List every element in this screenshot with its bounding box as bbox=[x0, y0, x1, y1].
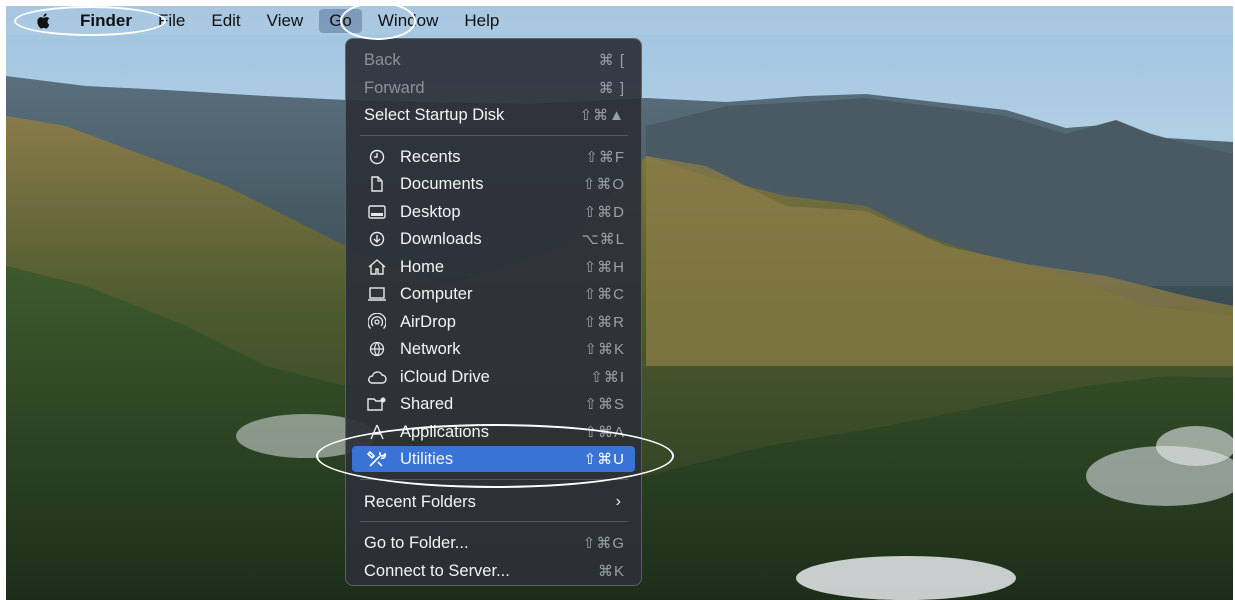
menu-item-network[interactable]: Network ⇧⌘K bbox=[352, 336, 635, 362]
chevron-right-icon: › bbox=[615, 493, 621, 510]
menu-item-label: Network bbox=[400, 339, 461, 358]
menu-item-label: Forward bbox=[364, 78, 425, 97]
menu-item-select-startup-disk[interactable]: Select Startup Disk ⇧⌘▲ bbox=[352, 102, 635, 128]
menu-item-label: Back bbox=[364, 50, 401, 69]
menu-item-go-to-folder[interactable]: Go to Folder... ⇧⌘G bbox=[352, 530, 635, 556]
menu-item-documents[interactable]: Documents ⇧⌘O bbox=[352, 171, 635, 197]
shortcut: ⇧⌘O bbox=[582, 176, 625, 193]
shortcut: ⇧⌘G bbox=[582, 535, 625, 552]
menu-bar: Finder File Edit View Go Window Help bbox=[6, 6, 1233, 35]
desktop: Finder File Edit View Go Window Help Bac… bbox=[6, 6, 1233, 600]
menu-view[interactable]: View bbox=[267, 11, 304, 31]
menu-edit[interactable]: Edit bbox=[211, 11, 240, 31]
shortcut: ⇧⌘F bbox=[585, 149, 625, 166]
menu-item-back[interactable]: Back ⌘ [ bbox=[352, 47, 635, 73]
shortcut: ⇧⌘H bbox=[583, 259, 625, 276]
menu-item-label: Documents bbox=[400, 174, 484, 193]
menu-item-label: Shared bbox=[400, 394, 454, 413]
menu-item-label: Downloads bbox=[400, 229, 482, 248]
shortcut: ⇧⌘C bbox=[583, 286, 625, 303]
cloud-icon bbox=[364, 367, 390, 387]
menu-item-label: Home bbox=[400, 257, 445, 276]
network-icon bbox=[364, 339, 390, 359]
shortcut: ⇧⌘▲ bbox=[579, 107, 625, 124]
menu-item-shared[interactable]: Shared ⇧⌘S bbox=[352, 391, 635, 417]
shortcut: ⇧⌘I bbox=[590, 369, 625, 386]
menu-item-label: Go to Folder... bbox=[364, 533, 469, 552]
menu-item-label: iCloud Drive bbox=[400, 367, 490, 386]
document-icon bbox=[364, 174, 390, 194]
home-icon bbox=[364, 257, 390, 277]
annotation-oval-utilities bbox=[316, 424, 674, 488]
menu-item-home[interactable]: Home ⇧⌘H bbox=[352, 254, 635, 280]
annotation-oval-finder bbox=[14, 6, 166, 36]
separator bbox=[360, 135, 628, 136]
menu-item-desktop[interactable]: Desktop ⇧⌘D bbox=[352, 199, 635, 225]
airdrop-icon bbox=[364, 312, 390, 332]
shortcut: ⇧⌘K bbox=[584, 341, 625, 358]
go-menu-dropdown: Back ⌘ [ Forward ⌘ ] Select Startup Disk… bbox=[345, 38, 642, 586]
shortcut: ⌘K bbox=[597, 563, 625, 580]
menu-item-airdrop[interactable]: AirDrop ⇧⌘R bbox=[352, 309, 635, 335]
desktop-icon bbox=[364, 202, 390, 222]
shortcut: ⇧⌘D bbox=[583, 204, 625, 221]
menu-item-label: AirDrop bbox=[400, 312, 456, 331]
shortcut: ⇧⌘R bbox=[583, 314, 625, 331]
menu-item-icloud-drive[interactable]: iCloud Drive ⇧⌘I bbox=[352, 364, 635, 390]
menu-item-forward[interactable]: Forward ⌘ ] bbox=[352, 75, 635, 101]
menu-item-label: Computer bbox=[400, 284, 473, 303]
menu-help[interactable]: Help bbox=[464, 11, 499, 31]
laptop-icon bbox=[364, 284, 390, 304]
shortcut: ⌘ ] bbox=[598, 80, 625, 97]
menu-item-label: Recent Folders bbox=[364, 492, 476, 511]
shortcut: ⌘ [ bbox=[598, 52, 625, 69]
menu-item-recents[interactable]: Recents ⇧⌘F bbox=[352, 144, 635, 170]
download-icon bbox=[364, 229, 390, 249]
menu-item-connect-to-server[interactable]: Connect to Server... ⌘K bbox=[352, 558, 635, 584]
menu-item-downloads[interactable]: Downloads ⌥⌘L bbox=[352, 226, 635, 252]
menu-item-label: Select Startup Disk bbox=[364, 105, 505, 124]
shared-folder-icon bbox=[364, 394, 390, 414]
menu-item-label: Recents bbox=[400, 147, 461, 166]
separator bbox=[360, 521, 628, 522]
menu-item-label: Desktop bbox=[400, 202, 461, 221]
menu-item-computer[interactable]: Computer ⇧⌘C bbox=[352, 281, 635, 307]
shortcut: ⇧⌘S bbox=[584, 396, 625, 413]
clock-icon bbox=[364, 147, 390, 167]
menu-item-recent-folders[interactable]: Recent Folders › bbox=[352, 489, 635, 515]
menu-item-label: Connect to Server... bbox=[364, 561, 510, 580]
shortcut: ⌥⌘L bbox=[581, 231, 625, 248]
